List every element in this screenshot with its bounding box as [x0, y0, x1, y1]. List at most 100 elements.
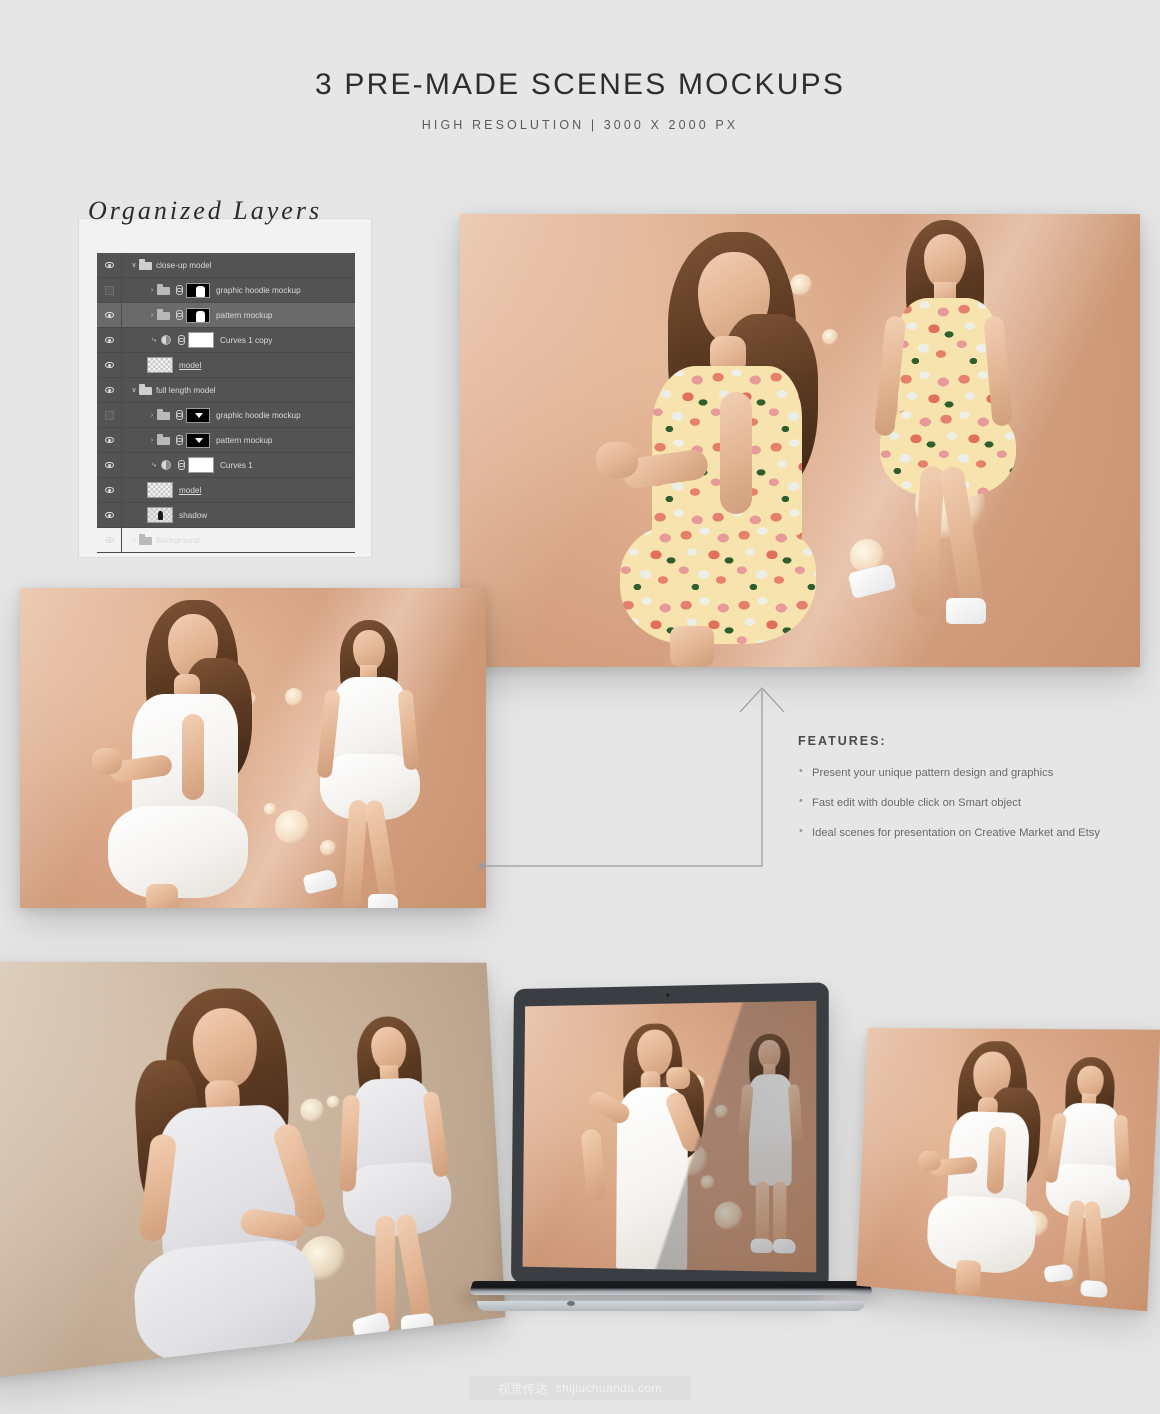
features-connector-arrow	[470, 670, 790, 880]
clipping-mask-icon: ⤷	[147, 460, 161, 470]
model-fulllength-floral	[858, 220, 1058, 660]
link-icon[interactable]	[174, 435, 182, 445]
scene-perspective-left[interactable]	[0, 962, 505, 1380]
eye-visible-icon[interactable]	[97, 337, 121, 343]
layer-name[interactable]: model	[179, 486, 201, 495]
eye-visible-icon[interactable]	[97, 512, 121, 518]
chevron-right-icon: ›	[129, 537, 139, 544]
page-header: 3 PRE-MADE SCENES MOCKUPS HIGH RESOLUTIO…	[0, 0, 1160, 132]
layer-row[interactable]: › pattern mockup	[97, 428, 355, 453]
page-subtitle: HIGH RESOLUTION | 3000 X 2000 PX	[0, 118, 1160, 132]
layer-name[interactable]: pattern mockup	[216, 311, 272, 320]
layer-mask-thumbnail[interactable]	[186, 308, 210, 323]
column-divider	[121, 303, 122, 327]
chevron-right-icon: ›	[147, 412, 157, 419]
column-divider	[121, 403, 122, 427]
adjustment-layer-icon	[161, 460, 171, 470]
layer-name[interactable]: pattern mockup	[216, 436, 272, 445]
column-divider	[121, 278, 122, 302]
folder-closed-icon	[157, 310, 170, 320]
eye-visible-icon[interactable]	[97, 437, 121, 443]
watermark-domain-text: shijiuchuanda.com	[556, 1381, 662, 1395]
layer-row[interactable]: ∨full length model	[97, 378, 355, 403]
column-divider	[121, 328, 122, 352]
column-divider	[121, 378, 122, 402]
layer-row[interactable]: ∨close-up model	[97, 253, 355, 278]
layer-mask-thumbnail[interactable]	[186, 283, 210, 298]
connector-line	[482, 690, 762, 866]
model-closeup-gray	[59, 984, 346, 1379]
eye-visible-icon[interactable]	[97, 387, 121, 393]
layer-row[interactable]: ›pattern mockup	[97, 303, 355, 328]
layer-row[interactable]: › Background	[97, 528, 355, 553]
link-icon[interactable]	[174, 310, 182, 320]
laptop-base	[469, 1281, 874, 1295]
eye-empty-box	[105, 411, 114, 420]
layer-mask-thumbnail[interactable]	[186, 408, 210, 423]
eye-hidden-icon[interactable]	[97, 411, 121, 420]
folder-closed-icon	[139, 535, 152, 545]
layer-name[interactable]: full length model	[156, 386, 216, 395]
layer-mask-thumbnail[interactable]	[186, 433, 210, 448]
folder-open-icon	[139, 260, 152, 270]
eye-visible-icon[interactable]	[97, 537, 121, 543]
page-title: 3 PRE-MADE SCENES MOCKUPS	[0, 68, 1160, 102]
eye-visible-icon[interactable]	[97, 462, 121, 468]
layer-name[interactable]: graphic hoodie mockup	[216, 411, 301, 420]
layer-row[interactable]: ⤷Curves 1 copy	[97, 328, 355, 353]
laptop-mockup[interactable]	[505, 985, 835, 1345]
eye-glyph	[105, 262, 114, 268]
organized-layers-script-label: Organized Layers	[88, 196, 388, 240]
link-icon[interactable]	[174, 285, 182, 295]
column-divider	[121, 528, 122, 552]
scene-perspective-right[interactable]	[856, 1028, 1160, 1311]
scene-floral-pattern[interactable]	[460, 214, 1140, 667]
eye-glyph	[105, 337, 114, 343]
watermark: 视觉传达 shijiuchuanda.com	[470, 1376, 690, 1400]
eye-visible-icon[interactable]	[97, 312, 121, 318]
layer-row[interactable]: shadow	[97, 503, 355, 528]
layer-thumbnail[interactable]	[147, 357, 173, 373]
model-closeup-white	[68, 596, 274, 908]
link-icon[interactable]	[174, 410, 182, 420]
layer-row[interactable]: model	[97, 478, 355, 503]
layer-name[interactable]: shadow	[179, 511, 207, 520]
eye-glyph	[105, 462, 114, 468]
scene-blank-white-dress[interactable]	[20, 588, 486, 908]
adjustment-mask-thumbnail[interactable]	[188, 457, 214, 473]
eye-visible-icon[interactable]	[97, 362, 121, 368]
chevron-right-icon: ›	[147, 437, 157, 444]
eye-visible-icon[interactable]	[97, 262, 121, 268]
eye-hidden-icon[interactable]	[97, 286, 121, 295]
layer-name[interactable]: Background	[156, 536, 200, 545]
laptop-screen[interactable]	[523, 1001, 817, 1273]
column-divider	[121, 428, 122, 452]
eye-glyph	[105, 512, 114, 518]
layer-name[interactable]: Curves 1 copy	[220, 336, 272, 345]
model-fulllength-white	[1031, 1056, 1157, 1300]
layer-thumbnail[interactable]	[147, 482, 173, 498]
model-fulllength-gray	[317, 1015, 496, 1334]
eye-visible-icon[interactable]	[97, 487, 121, 493]
layer-row[interactable]: › graphic hoodie mockup	[97, 403, 355, 428]
layer-row[interactable]: ⤷ Curves 1	[97, 453, 355, 478]
layer-row[interactable]: model	[97, 353, 355, 378]
layer-name[interactable]: graphic hoodie mockup	[216, 286, 301, 295]
eye-glyph	[105, 487, 114, 493]
features-block: FEATURES: Present your unique pattern de…	[798, 734, 1108, 856]
column-divider	[121, 503, 122, 527]
folder-open-icon	[139, 385, 152, 395]
laptop-notch-icon	[567, 1301, 575, 1306]
photoshop-layers-panel[interactable]: ∨close-up model › graphic hoodie mockup › pa…	[97, 253, 355, 528]
layer-row[interactable]: ›graphic hoodie mockup	[97, 278, 355, 303]
column-divider	[121, 353, 122, 377]
layer-thumbnail[interactable]	[147, 507, 173, 523]
layer-name[interactable]: close-up model	[156, 261, 212, 270]
link-icon[interactable]	[176, 460, 184, 470]
layer-name[interactable]: model	[179, 361, 201, 370]
eye-glyph	[105, 537, 114, 543]
folder-closed-icon	[157, 285, 170, 295]
layer-name[interactable]: Curves 1	[220, 461, 253, 470]
adjustment-mask-thumbnail[interactable]	[188, 332, 214, 348]
link-icon[interactable]	[176, 335, 184, 345]
